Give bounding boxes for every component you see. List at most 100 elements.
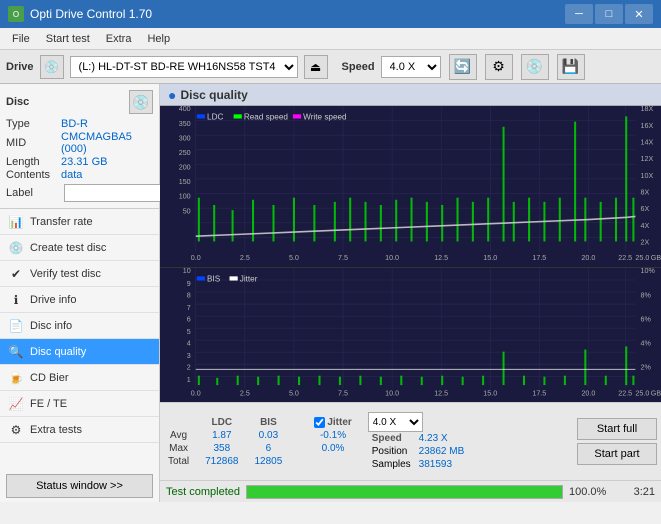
disc-quality-icon: 🔍 — [8, 344, 24, 360]
svg-text:3: 3 — [187, 351, 191, 360]
settings-icon[interactable]: ⚙ — [485, 54, 513, 80]
stats-table: LDC BIS Jitter Avg 1.87 0.03 — [164, 416, 360, 468]
avg-jitter: -0.1% — [306, 429, 359, 442]
speed-select[interactable]: 4.0 X — [381, 56, 441, 78]
menu-start-test[interactable]: Start test — [38, 31, 98, 47]
drive-info-label: Drive info — [30, 294, 76, 306]
avg-bis: 0.03 — [247, 429, 291, 442]
svg-text:14X: 14X — [641, 137, 654, 146]
sidebar-item-fe-te[interactable]: 📈 FE / TE — [0, 391, 159, 417]
start-part-button[interactable]: Start part — [577, 443, 657, 465]
verify-test-disc-icon: ✔ — [8, 266, 24, 282]
speed-info: 4.0 X Speed 4.23 X Position 23862 MB Sam… — [368, 412, 469, 471]
svg-text:10.0: 10.0 — [385, 253, 399, 262]
svg-text:4: 4 — [187, 339, 191, 348]
svg-text:10%: 10% — [641, 268, 656, 275]
sidebar: Disc 💿 Type BD-R MID CMCMAGBA5 (000) Len… — [0, 84, 160, 502]
length-value: 23.31 GB — [61, 156, 107, 168]
sidebar-item-disc-quality[interactable]: 🔍 Disc quality — [0, 339, 159, 365]
disc-quality-label: Disc quality — [30, 346, 86, 358]
svg-text:100: 100 — [179, 192, 191, 201]
speed-label: Speed — [342, 61, 375, 73]
drive-icon-btn[interactable]: 💿 — [40, 55, 64, 79]
speed-value: 4.23 X — [415, 432, 469, 445]
type-label: Type — [6, 118, 61, 130]
menu-file[interactable]: File — [4, 31, 38, 47]
action-buttons: Start full Start part — [577, 418, 657, 465]
start-full-button[interactable]: Start full — [577, 418, 657, 440]
svg-text:18X: 18X — [641, 106, 654, 113]
mid-value: CMCMAGBA5 (000) — [61, 131, 153, 155]
svg-text:10: 10 — [183, 268, 191, 275]
sidebar-item-drive-info[interactable]: ℹ Drive info — [0, 287, 159, 313]
svg-text:25.0: 25.0 — [635, 389, 649, 398]
chart1-svg: 400 350 300 250 200 150 100 50 18X 16X 1… — [160, 106, 661, 267]
create-test-disc-icon: 💿 — [8, 240, 24, 256]
total-label: Total — [164, 455, 197, 468]
maximize-button[interactable]: □ — [595, 4, 623, 24]
disc-icon[interactable]: 💿 — [521, 54, 549, 80]
sidebar-item-create-test-disc[interactable]: 💿 Create test disc — [0, 235, 159, 261]
svg-text:10.0: 10.0 — [385, 389, 399, 398]
extra-tests-icon: ⚙ — [8, 422, 24, 438]
svg-text:200: 200 — [179, 162, 191, 171]
svg-text:Read speed: Read speed — [244, 112, 288, 121]
menu-extra[interactable]: Extra — [98, 31, 140, 47]
status-window-button[interactable]: Status window >> — [6, 474, 153, 498]
svg-text:20.0: 20.0 — [581, 253, 595, 262]
fe-te-icon: 📈 — [8, 396, 24, 412]
speed-dropdown[interactable]: 4.0 X — [368, 412, 423, 432]
svg-text:Jitter: Jitter — [240, 275, 258, 284]
minimize-button[interactable]: ─ — [565, 4, 593, 24]
disc-image-icon[interactable]: 💿 — [129, 90, 153, 114]
drive-select[interactable]: (L:) HL-DT-ST BD-RE WH16NS58 TST4 — [70, 56, 298, 78]
transfer-rate-icon: 📊 — [8, 214, 24, 230]
max-label: Max — [164, 442, 197, 455]
create-test-disc-label: Create test disc — [30, 242, 106, 254]
svg-text:17.5: 17.5 — [532, 389, 546, 398]
samples-value: 381593 — [415, 458, 469, 471]
menu-help[interactable]: Help — [139, 31, 178, 47]
eject-button[interactable]: ⏏ — [304, 55, 328, 79]
svg-text:2.5: 2.5 — [240, 253, 250, 262]
svg-text:LDC: LDC — [207, 112, 223, 121]
status-text: Test completed — [166, 486, 240, 498]
svg-text:9: 9 — [187, 279, 191, 288]
svg-text:GB: GB — [651, 253, 661, 262]
extra-tests-label: Extra tests — [30, 424, 82, 436]
svg-text:5.0: 5.0 — [289, 389, 299, 398]
max-bis: 6 — [247, 442, 291, 455]
svg-text:25.0: 25.0 — [635, 253, 649, 262]
refresh-icon[interactable]: 🔄 — [449, 54, 477, 80]
svg-text:4X: 4X — [641, 221, 650, 230]
sidebar-item-cd-bier[interactable]: 🍺 CD Bier — [0, 365, 159, 391]
close-button[interactable]: ✕ — [625, 4, 653, 24]
svg-text:6: 6 — [187, 315, 191, 324]
content-header-icon: ● — [168, 87, 176, 103]
svg-text:1: 1 — [187, 375, 191, 384]
svg-text:BIS: BIS — [207, 275, 221, 284]
length-label: Length — [6, 156, 61, 168]
contents-value: data — [61, 169, 82, 181]
svg-text:20.0: 20.0 — [581, 389, 595, 398]
svg-text:2%: 2% — [641, 363, 652, 372]
cd-bier-label: CD Bier — [30, 372, 69, 384]
svg-text:0.0: 0.0 — [191, 253, 201, 262]
svg-text:15.0: 15.0 — [483, 253, 497, 262]
svg-text:Write speed: Write speed — [303, 112, 347, 121]
sidebar-item-extra-tests[interactable]: ⚙ Extra tests — [0, 417, 159, 443]
disc-panel: Disc 💿 Type BD-R MID CMCMAGBA5 (000) Len… — [0, 84, 159, 209]
total-ldc: 712868 — [197, 455, 246, 468]
jitter-checkbox[interactable] — [314, 417, 325, 428]
svg-text:2: 2 — [187, 363, 191, 372]
sidebar-item-verify-test-disc[interactable]: ✔ Verify test disc — [0, 261, 159, 287]
total-bis: 12805 — [247, 455, 291, 468]
sidebar-item-disc-info[interactable]: 📄 Disc info — [0, 313, 159, 339]
svg-text:16X: 16X — [641, 121, 654, 130]
label-label: Label — [6, 187, 61, 199]
save-icon[interactable]: 💾 — [557, 54, 585, 80]
svg-text:7.5: 7.5 — [338, 389, 348, 398]
sidebar-item-transfer-rate[interactable]: 📊 Transfer rate — [0, 209, 159, 235]
svg-text:300: 300 — [179, 133, 191, 142]
position-value: 23862 MB — [415, 445, 469, 458]
